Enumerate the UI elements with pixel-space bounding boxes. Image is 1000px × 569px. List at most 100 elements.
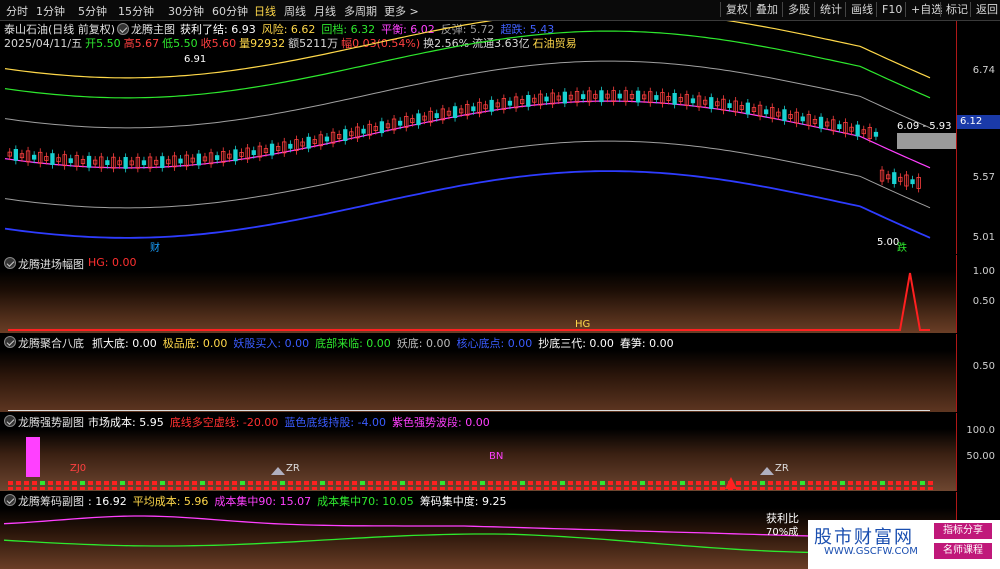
signal-tick [240, 481, 245, 485]
baseline-tick [688, 487, 693, 490]
baseline-tick [816, 487, 821, 490]
candle [196, 153, 202, 166]
signal-tick [144, 481, 149, 485]
toolbar-button-5[interactable]: F10 [876, 2, 907, 17]
panel-menu-icon[interactable] [4, 257, 16, 269]
signal-tick [896, 481, 901, 485]
candle [13, 148, 19, 161]
candle [434, 113, 439, 118]
baseline-tick [296, 487, 301, 490]
toolbar-button-8[interactable]: 返回 [970, 2, 1000, 17]
band-line [4, 140, 931, 209]
baseline-tick [24, 487, 29, 490]
signal-tick [336, 481, 341, 485]
baseline-tick [520, 487, 525, 490]
toolbar-button-1[interactable]: 叠加 [750, 2, 783, 17]
signal-tick [112, 481, 117, 485]
baseline-tick [904, 487, 909, 490]
candle [288, 143, 293, 149]
baseline-tick [760, 487, 765, 490]
signal-tick [416, 481, 421, 485]
toolbar-button-2[interactable]: 多股 [782, 2, 815, 17]
zr-signal [271, 467, 285, 475]
candle [105, 160, 110, 166]
marker-die: 跌 [897, 241, 907, 254]
baseline-tick [264, 487, 269, 490]
value-label: 成本集中90: 15.07 [214, 495, 312, 508]
panel-jinchang-name: 龙腾进场幅图 [18, 258, 84, 271]
value-label: 平均成本: 5.96 [132, 495, 209, 508]
toolbar-button-0[interactable]: 复权 [720, 2, 753, 17]
baseline-tick [192, 487, 197, 490]
signal-tick [760, 481, 765, 485]
signal-tick [840, 481, 845, 485]
baseline-tick [392, 487, 397, 490]
baseline-tick [496, 487, 501, 490]
baseline-tick [920, 487, 925, 490]
signal-tick [384, 481, 389, 485]
tag-indicator-share[interactable]: 指标分享 [934, 523, 992, 539]
panel-menu-icon[interactable] [4, 415, 16, 427]
panel-chouma-values: : 16.92 平均成本: 5.96 成本集中90: 15.07 成本集中70: 10… [88, 493, 513, 509]
signal-tick [528, 481, 533, 485]
baseline-tick [840, 487, 845, 490]
baseline-tick [800, 487, 805, 490]
tab-8[interactable]: 月线 [314, 3, 336, 19]
value-label: 紫色强势波段: 0.00 [392, 416, 490, 429]
candle [727, 103, 732, 108]
signal-tick [832, 481, 837, 485]
panel-qiangshi-header: 龙腾强势副图 市场成本: 5.95 底线多空虚线: -20.00 蓝色底线持股: -… [0, 413, 956, 429]
panel-menu-icon[interactable] [4, 336, 16, 348]
tab-6[interactable]: 日线 [254, 3, 276, 19]
baseline-tick [664, 487, 669, 490]
candle [160, 156, 165, 169]
signal-tick [176, 481, 181, 485]
baseline-tick [648, 487, 653, 490]
candle [123, 156, 128, 169]
baseline-tick [80, 487, 85, 490]
candle [690, 98, 696, 104]
baseline-tick [568, 487, 573, 490]
tab-9[interactable]: 多周期 [344, 3, 377, 19]
candle [764, 109, 769, 115]
tab-5[interactable]: 60分钟 [212, 3, 248, 19]
tab-2[interactable]: 5分钟 [78, 3, 107, 19]
juhe-baseline [8, 410, 930, 411]
signal-tick [360, 481, 365, 485]
candle [745, 102, 750, 115]
panel-menu-icon[interactable] [4, 494, 16, 506]
baseline-tick [320, 487, 325, 490]
toolbar-button-7[interactable]: 标记 [940, 2, 973, 17]
signal-tick [200, 481, 205, 485]
tab-1[interactable]: 1分钟 [36, 3, 65, 19]
hg-line [8, 272, 930, 331]
candle [361, 128, 366, 134]
signal-tick [392, 481, 397, 485]
signal-tick [656, 481, 661, 485]
jinchang-axis: 1.00 0.50 [956, 255, 1000, 333]
tag-teacher-course[interactable]: 名师课程 [934, 543, 992, 559]
toolbar-button-3[interactable]: 统计 [814, 2, 847, 17]
value-label: 底部来临: 0.00 [315, 337, 391, 350]
signal-tick [624, 481, 629, 485]
period-toolbar: 分时 1分钟 5分钟 15分钟 30分钟 60分钟 日线 周线 月线 多周期 更多 > 复权 叠加 多股… [0, 0, 1000, 21]
kline-chart[interactable]: 6.91 5.00 6.09 - 5.93 财 跌 [0, 21, 956, 254]
panel-juhe-values: 抓大底: 0.00 极品底: 0.00 妖股买入: 0.00 底部来临: 0.00 妖底… [92, 335, 680, 351]
baseline-tick [328, 487, 333, 490]
baseline-tick [96, 487, 101, 490]
tab-4[interactable]: 30分钟 [168, 3, 204, 19]
tab-7[interactable]: 周线 [284, 3, 306, 19]
panel-jinchang-header: 龙腾进场幅图 HG: 0.00 [0, 255, 956, 271]
baseline-tick [704, 487, 709, 490]
panel-qiangshi: ZJ0 ZR ZR BN [0, 429, 956, 491]
tab-0[interactable]: 分时 [6, 3, 28, 19]
toolbar-button-4[interactable]: 画线 [845, 2, 878, 17]
baseline-tick [592, 487, 597, 490]
value-label: 蓝色底线持股: -4.00 [284, 416, 387, 429]
tab-10[interactable]: 更多 > [384, 3, 419, 19]
baseline-tick [928, 487, 933, 490]
signal-tick [256, 481, 261, 485]
marker-cai: 财 [150, 241, 160, 254]
signal-tick [512, 481, 517, 485]
tab-3[interactable]: 15分钟 [118, 3, 154, 19]
